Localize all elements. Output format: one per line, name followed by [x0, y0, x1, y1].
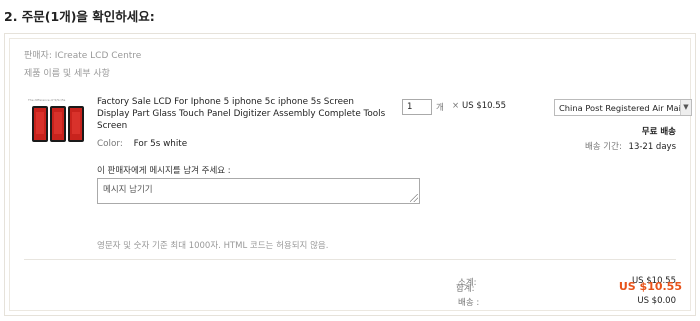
phone-image [68, 106, 84, 142]
message-textarea[interactable]: 메시지 남기기 [97, 178, 420, 204]
shipping-cost-value: US $0.00 [637, 296, 676, 306]
delivery-time-label: 배송 기간: [584, 142, 622, 152]
product-title-link[interactable]: Factory Sale LCD For Iphone 5 iphone 5c … [97, 96, 387, 132]
order-card: 판매자: ICreate LCD Centre 제품 이름 및 세부 사항 Th… [4, 33, 696, 316]
message-placeholder: 메시지 남기기 [103, 185, 153, 195]
product-details-label: 제품 이름 및 세부 사항 [24, 69, 110, 79]
order-inner-panel: 판매자: ICreate LCD Centre 제품 이름 및 세부 사항 Th… [9, 38, 692, 311]
message-hint: 영문자 및 숫자 기준 최대 1000자. HTML 코드는 허용되지 않음. [97, 241, 329, 251]
color-value: For 5s white [133, 139, 188, 149]
message-label: 이 판매자에게 메시지를 남겨 주세요 : [97, 166, 231, 176]
total-value: US $10.55 [618, 280, 682, 293]
seller-name: 판매자: ICreate LCD Centre [24, 51, 142, 61]
color-label: Color: [97, 139, 123, 149]
delivery-time: 배송 기간: 13-21 days [585, 140, 676, 152]
resize-grip-icon[interactable] [410, 194, 418, 202]
product-color: Color: For 5s white [97, 139, 187, 149]
shipping-cost-label: 배송 : [458, 298, 480, 308]
phone-image [32, 106, 48, 142]
phone-image [50, 106, 66, 142]
total-label: 합계: [456, 284, 475, 294]
thumbnail-caption: The difference of 5/5c/5s [28, 98, 66, 102]
times-symbol: × [452, 101, 460, 111]
delivery-time-value: 13-21 days [628, 142, 676, 152]
unit-price: US $10.55 [462, 101, 507, 111]
quantity-unit: 개 [436, 103, 444, 113]
quantity-input[interactable] [402, 99, 432, 115]
free-shipping-label: 무료 배송 [641, 127, 676, 137]
chevron-down-icon[interactable]: ▼ [680, 100, 691, 115]
shipping-method-select[interactable]: China Post Registered Air Mail ▼ [554, 99, 692, 116]
product-thumbnail[interactable]: The difference of 5/5c/5s [26, 96, 90, 150]
shipping-method-value: China Post Registered Air Mail [559, 103, 684, 113]
page-heading: 2. 주문(1개)을 확인하세요: [4, 9, 155, 24]
divider [24, 259, 676, 260]
